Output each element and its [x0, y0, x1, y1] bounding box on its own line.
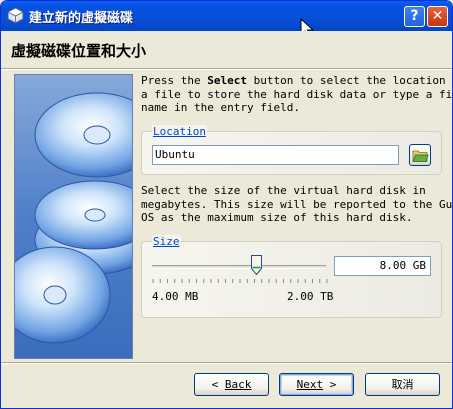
size-legend: Size: [152, 235, 181, 248]
size-group: Size 8.00 GB 4.00 MB 2.00 TB: [141, 235, 442, 318]
title-bar[interactable]: 建立新的虛擬磁碟 ? ✕: [1, 1, 452, 31]
next-button-label: Next: [296, 378, 324, 391]
virtualbox-icon: [7, 7, 24, 24]
close-button[interactable]: ✕: [427, 6, 448, 27]
next-button[interactable]: Next >: [279, 373, 354, 396]
size-help-line-1: Select the size of the virtual hard disk…: [141, 184, 426, 197]
size-slider-track[interactable]: [152, 265, 326, 269]
size-help-line-2: megabytes. This size will be reported to…: [141, 197, 453, 211]
cancel-button[interactable]: 取消: [365, 373, 440, 396]
back-button[interactable]: < Back: [194, 373, 269, 396]
footer-divider: [1, 362, 452, 364]
disk-illustration: [14, 74, 133, 359]
help-button[interactable]: ?: [404, 6, 425, 27]
size-help-line-3: OS as the maximum size of this hard disk…: [141, 211, 413, 224]
location-help-line-2: a file to store the hard disk data or ty…: [141, 87, 453, 101]
location-input[interactable]: Ubuntu: [152, 145, 399, 165]
page-title: 虛擬磁碟位置和大小: [11, 42, 147, 60]
size-min-label: 4.00 MB: [152, 290, 199, 303]
location-help-line-3: name in the entry field.: [141, 101, 300, 114]
header-divider: [1, 68, 452, 70]
location-legend: Location: [152, 125, 207, 138]
page-header: 虛擬磁碟位置和大小: [1, 31, 452, 69]
window-title: 建立新的虛擬磁碟: [29, 11, 134, 26]
size-legend-text: Size: [153, 235, 180, 248]
size-slider-ticks: [152, 279, 328, 283]
folder-open-icon: [412, 150, 429, 162]
location-group: Location Ubuntu: [141, 125, 442, 175]
dialog-window: 建立新的虛擬磁碟 ? ✕ 虛擬磁碟位置和大小 Press the Select …: [0, 0, 453, 409]
size-input[interactable]: 8.00 GB: [334, 256, 431, 276]
size-help-text: Select the size of the virtual hard disk…: [141, 184, 453, 225]
disks-image-icon: [15, 92, 132, 344]
size-slider-thumb[interactable]: [250, 255, 262, 275]
location-legend-text: Location: [153, 125, 206, 138]
size-max-label: 2.00 TB: [287, 290, 334, 303]
back-button-label: Back: [224, 378, 252, 391]
location-help-line-1: Press the Select button to select the lo…: [141, 74, 453, 87]
select-location-button[interactable]: [409, 144, 431, 166]
location-help-text: Press the Select button to select the lo…: [141, 74, 453, 115]
